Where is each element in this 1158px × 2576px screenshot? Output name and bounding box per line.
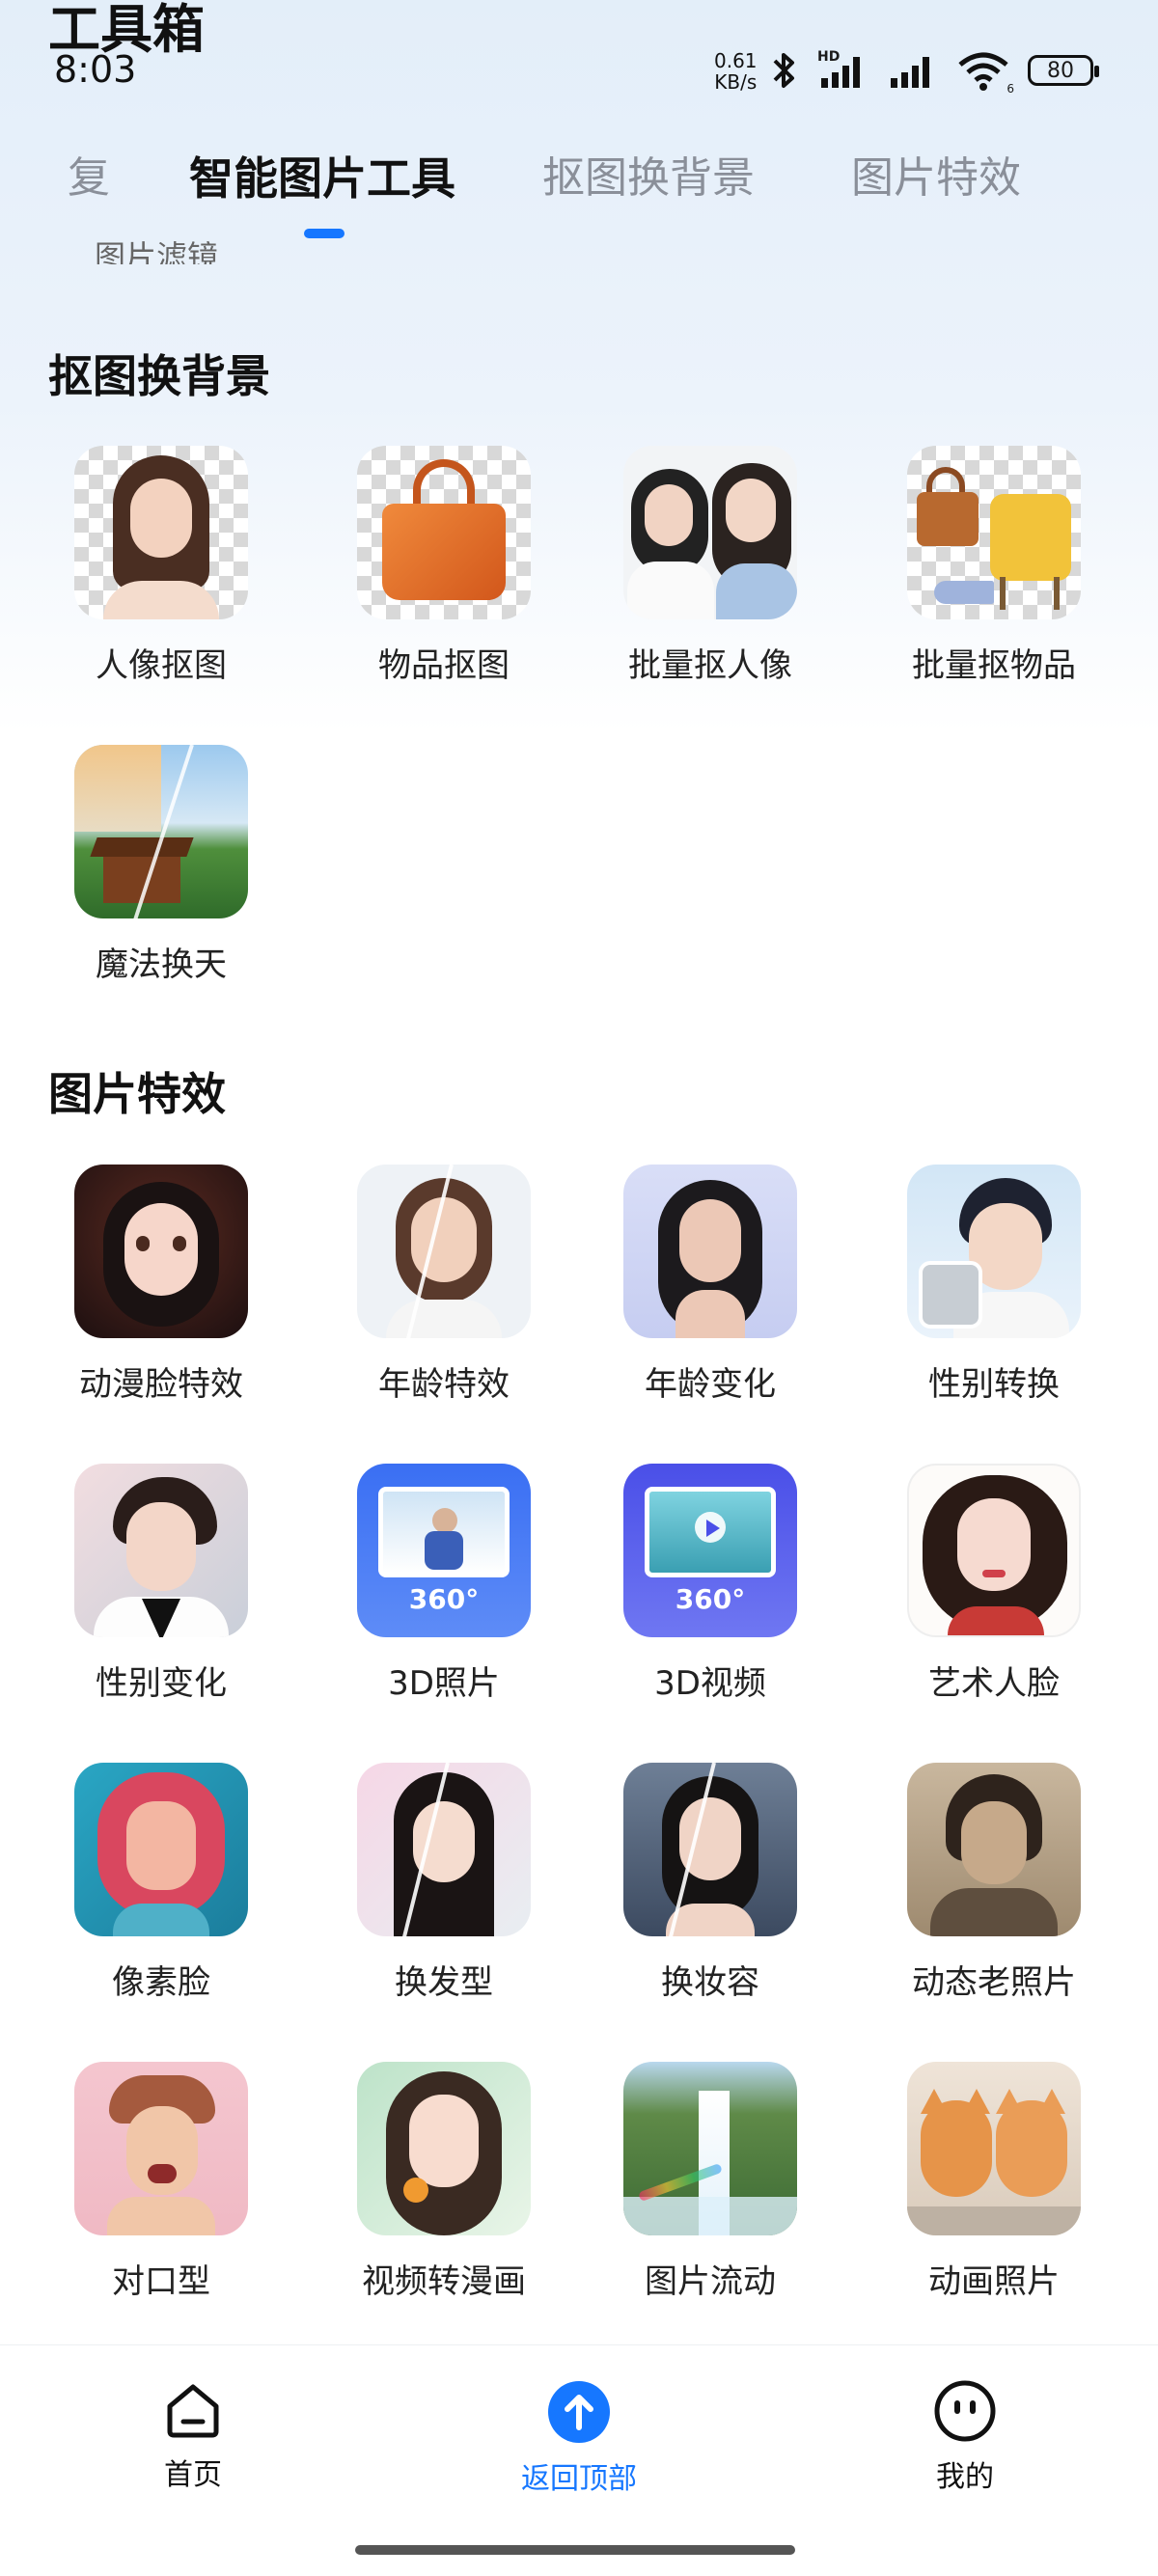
- tab-cutout-background[interactable]: 抠图换背景: [542, 140, 755, 217]
- tool-pixel-face[interactable]: 像素脸: [45, 1763, 277, 2002]
- anime-face-icon: [74, 1165, 248, 1338]
- tool-label: 视频转漫画: [362, 2262, 526, 2301]
- tool-label: 图片流动: [645, 2262, 776, 2301]
- image-filter-label-partial[interactable]: 图片滤镜: [95, 230, 218, 264]
- status-icons: HD 6 80: [767, 46, 1099, 96]
- tool-label: 像素脸: [112, 1963, 210, 2002]
- network-speed: 0.61 KB/s: [714, 50, 758, 93]
- tool-gender-change[interactable]: 性别变化: [45, 1464, 277, 1703]
- tool-art-face[interactable]: 艺术人脸: [878, 1464, 1110, 1703]
- image-flow-icon: [623, 2062, 797, 2235]
- tool-label: 3D照片: [388, 1664, 500, 1703]
- nav-profile-label: 我的: [936, 2460, 994, 2494]
- portrait-cutout-icon: [74, 446, 248, 619]
- gender-change-icon: [74, 1464, 248, 1637]
- tool-label: 艺术人脸: [928, 1664, 1060, 1703]
- tool-label: 动态老照片: [912, 1963, 1076, 2002]
- animated-photo-icon: [907, 2062, 1081, 2235]
- category-tabs: 复 智能图片工具 抠图换背景 图片特效: [0, 140, 1158, 238]
- section-title-cutout: 抠图换背景: [48, 350, 270, 402]
- video-comic-icon: [357, 2062, 531, 2235]
- nav-home-label: 首页: [164, 2458, 222, 2492]
- photo-3d-icon: 360°: [357, 1464, 531, 1637]
- tool-label: 年龄变化: [645, 1365, 776, 1404]
- tool-image-flow[interactable]: 图片流动: [594, 2062, 826, 2301]
- tool-batch-portrait[interactable]: 批量抠人像: [594, 446, 826, 685]
- tool-label: 动画照片: [928, 2262, 1060, 2301]
- nav-home[interactable]: 首页: [96, 2379, 290, 2493]
- active-tab-indicator: [304, 229, 345, 238]
- tool-gender-swap[interactable]: 性别转换: [878, 1165, 1110, 1404]
- bottom-navigation: 首页 返回顶部 我的: [0, 2344, 1158, 2538]
- tool-photo-3d[interactable]: 360° 3D照片: [328, 1464, 560, 1703]
- tab-photo-repair[interactable]: 复: [48, 140, 110, 217]
- badge-360: 360°: [675, 1583, 746, 1615]
- art-face-icon: [907, 1464, 1081, 1637]
- gender-swap-icon: [907, 1165, 1081, 1338]
- tool-lip-sync[interactable]: 对口型: [45, 2062, 277, 2301]
- tool-label: 魔法换天: [96, 945, 227, 984]
- tool-label: 批量抠物品: [912, 646, 1076, 685]
- sky-replace-icon: [74, 745, 248, 918]
- batch-items-icon: [907, 446, 1081, 619]
- hairstyle-icon: [357, 1763, 531, 1936]
- tool-makeup[interactable]: 换妆容: [594, 1763, 826, 2002]
- tool-label: 性别变化: [96, 1664, 227, 1703]
- home-indicator[interactable]: [355, 2545, 795, 2555]
- tool-label: 性别转换: [928, 1365, 1060, 1404]
- age-change-icon: [623, 1165, 797, 1338]
- battery-indicator: 80: [1028, 55, 1099, 86]
- tool-age-change[interactable]: 年龄变化: [594, 1165, 826, 1404]
- tool-video-comic[interactable]: 视频转漫画: [328, 2062, 560, 2301]
- tool-label: 批量抠人像: [628, 646, 792, 685]
- handbag-cutout-icon: [357, 446, 531, 619]
- video-3d-icon: 360°: [623, 1464, 797, 1637]
- back-to-top-icon: [548, 2381, 610, 2443]
- tool-video-3d[interactable]: 360° 3D视频: [594, 1464, 826, 1703]
- nav-profile[interactable]: 我的: [868, 2379, 1062, 2495]
- tool-animated-photo[interactable]: 动画照片: [878, 2062, 1110, 2301]
- makeup-icon: [623, 1763, 797, 1936]
- lip-sync-icon: [74, 2062, 248, 2235]
- status-time: 8:03: [54, 48, 137, 91]
- tool-hairstyle[interactable]: 换发型: [328, 1763, 560, 2002]
- nav-back-to-top-label: 返回顶部: [521, 2462, 637, 2496]
- tool-label: 人像抠图: [96, 646, 227, 685]
- tab-image-effects[interactable]: 图片特效: [851, 140, 1021, 217]
- tool-label: 动漫脸特效: [79, 1365, 243, 1404]
- tool-item-cutout[interactable]: 物品抠图: [328, 446, 560, 685]
- bluetooth-icon: [773, 53, 794, 88]
- pixel-face-icon: [74, 1763, 248, 1936]
- tool-anime-face[interactable]: 动漫脸特效: [45, 1165, 277, 1404]
- tool-label: 物品抠图: [378, 646, 510, 685]
- tool-label: 年龄特效: [378, 1365, 510, 1404]
- tab-smart-image-tools[interactable]: 智能图片工具: [189, 140, 455, 217]
- signal-icon: [891, 57, 929, 88]
- home-icon: [167, 2384, 219, 2438]
- network-speed-unit: KB/s: [714, 70, 758, 94]
- tool-label: 3D视频: [654, 1664, 766, 1703]
- tool-label: 换发型: [395, 1963, 493, 2002]
- wifi-icon: 6: [956, 49, 1014, 96]
- tool-age-effect[interactable]: 年龄特效: [328, 1165, 560, 1404]
- signal-hd-icon: HD: [817, 49, 869, 92]
- badge-360: 360°: [408, 1583, 480, 1615]
- tool-sky-replace[interactable]: 魔法换天: [45, 745, 277, 984]
- tool-label: 对口型: [112, 2262, 210, 2301]
- tool-portrait-cutout[interactable]: 人像抠图: [45, 446, 277, 685]
- batch-portrait-icon: [623, 446, 797, 619]
- tool-old-photo[interactable]: 动态老照片: [878, 1763, 1110, 2002]
- profile-face-icon: [934, 2380, 996, 2442]
- old-photo-icon: [907, 1763, 1081, 1936]
- tool-batch-items[interactable]: 批量抠物品: [878, 446, 1110, 685]
- age-effect-icon: [357, 1165, 531, 1338]
- tool-label: 换妆容: [661, 1963, 759, 2002]
- section-title-effects: 图片特效: [48, 1068, 226, 1120]
- network-speed-value: 0.61: [714, 49, 758, 72]
- nav-back-to-top[interactable]: 返回顶部: [482, 2379, 676, 2497]
